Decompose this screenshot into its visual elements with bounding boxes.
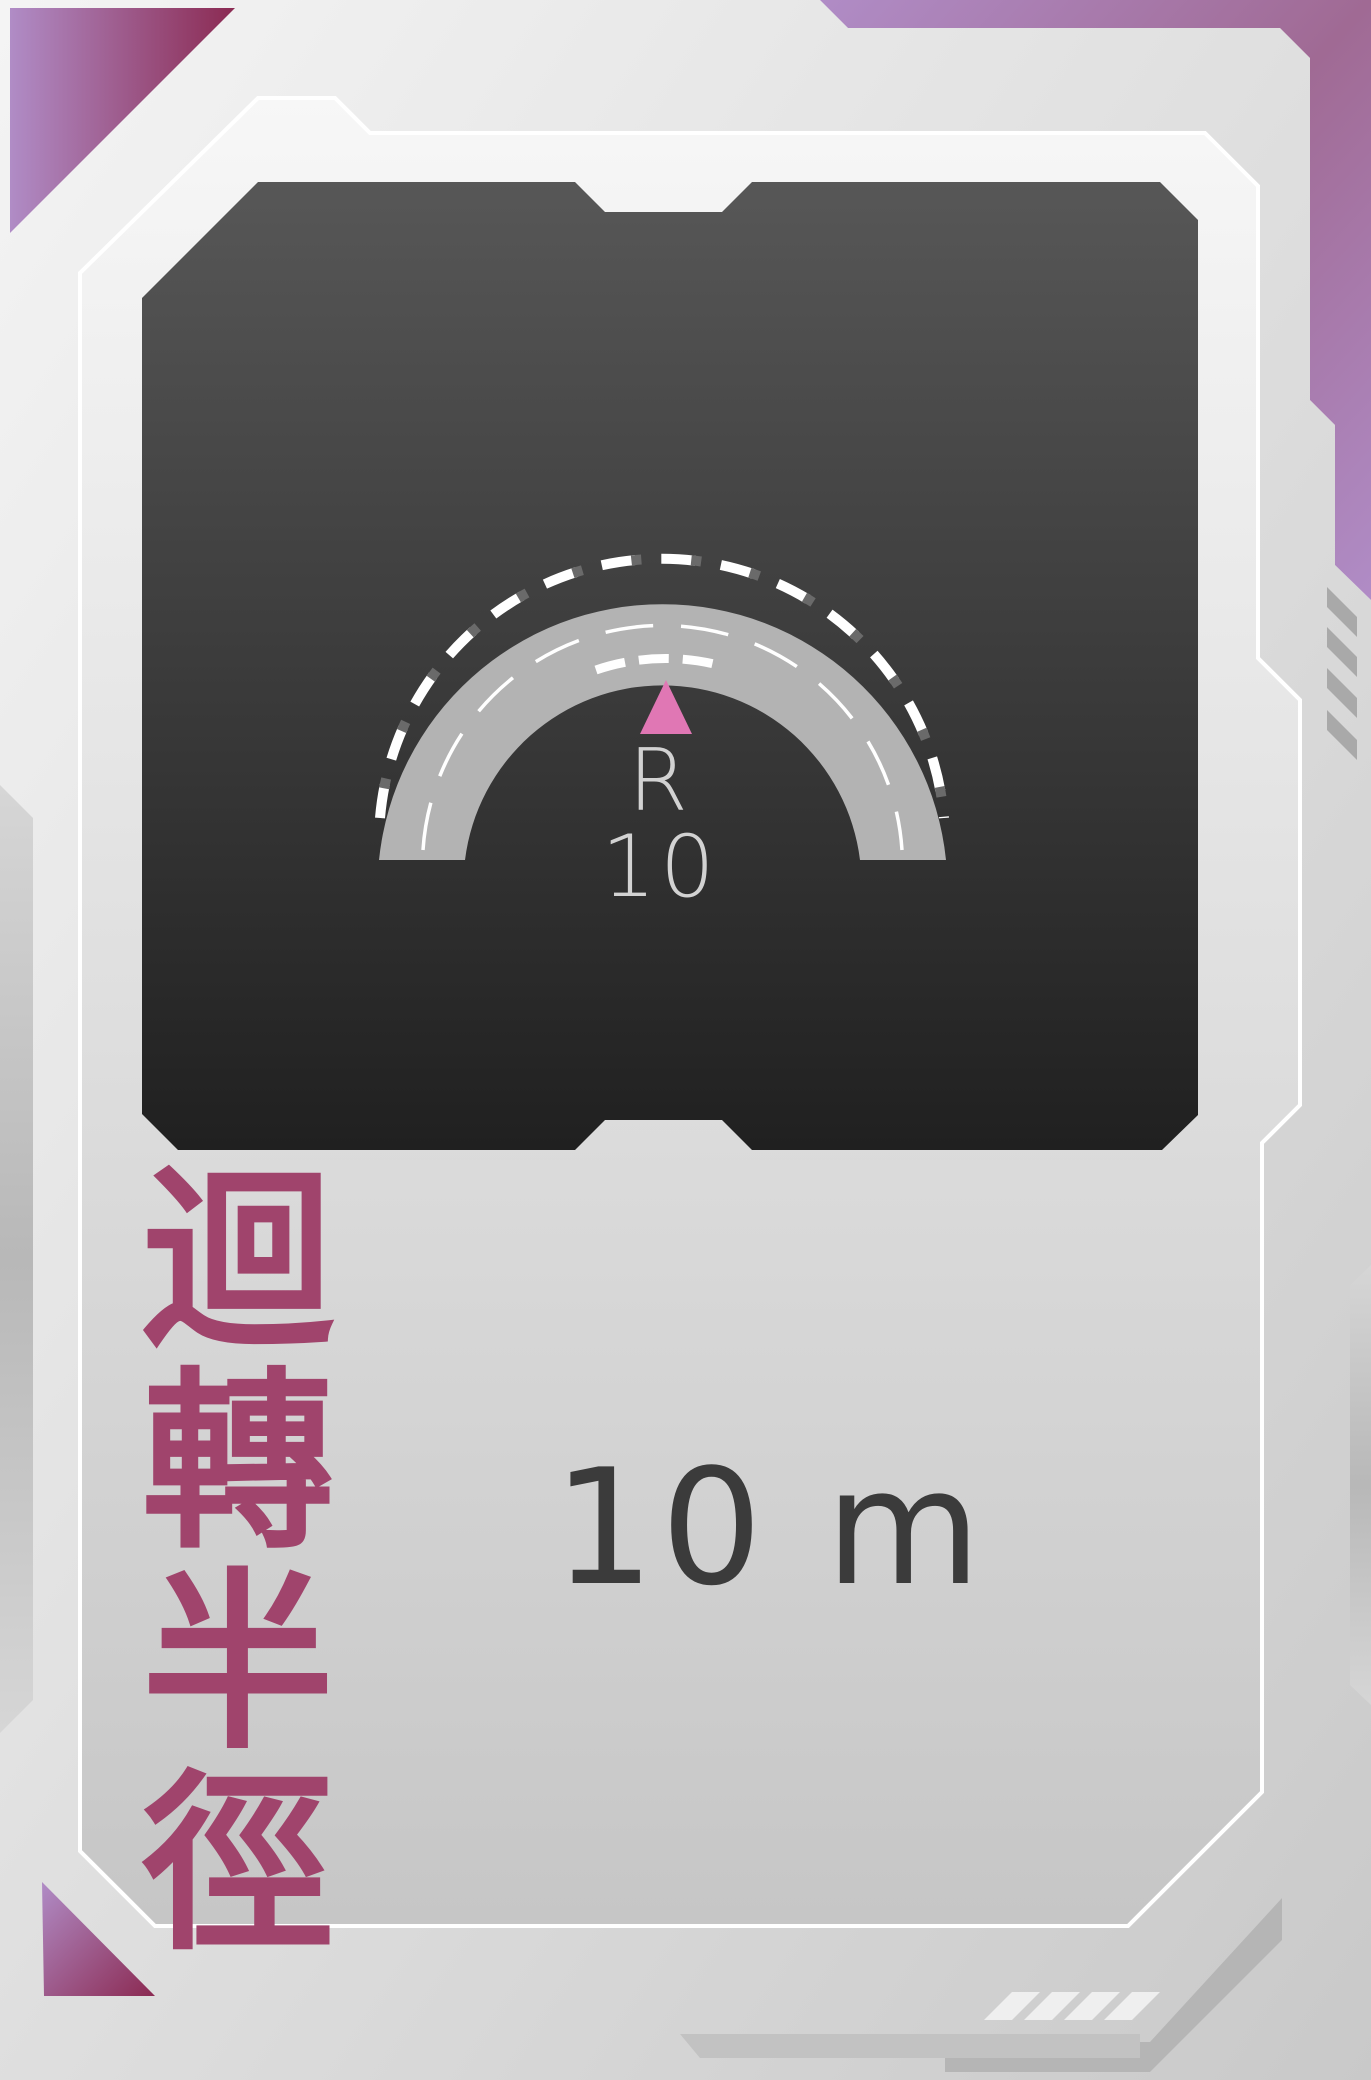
title-char: 轉 xyxy=(142,1352,334,1575)
right-rail xyxy=(1350,1265,1371,1705)
spec-card: R 10 迴 轉 半 徑 10 m xyxy=(0,0,1371,2080)
title-char: 迴 xyxy=(142,1151,334,1374)
spec-value: 10 m xyxy=(552,1434,988,1621)
radius-label: R 10 xyxy=(601,731,719,917)
left-rail xyxy=(0,785,33,1733)
title-char: 半 xyxy=(142,1553,334,1776)
title-char: 徑 xyxy=(142,1754,334,1977)
card-title: 迴 轉 半 徑 xyxy=(138,1162,338,1966)
bottom-bar xyxy=(680,2034,1140,2058)
